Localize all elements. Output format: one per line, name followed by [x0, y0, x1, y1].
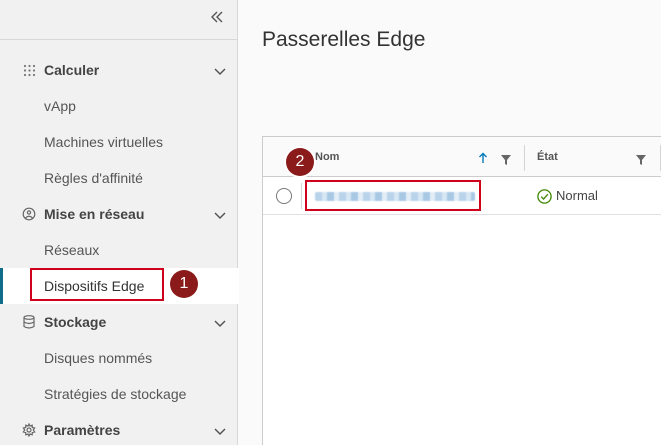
nav-group-label: Stockage: [44, 314, 107, 330]
sidebar-item-reseaux[interactable]: Réseaux: [0, 232, 238, 268]
filter-icon[interactable]: [501, 152, 511, 165]
sidebar-item-label: Dispositifs Edge: [44, 278, 145, 294]
grid-icon: [22, 63, 36, 77]
column-header-etat[interactable]: État: [537, 137, 558, 177]
collapse-sidebar-button[interactable]: [207, 10, 227, 30]
grid-header: Nom État: [263, 137, 661, 177]
sidebar-item-label: Machines virtuelles: [44, 134, 164, 150]
nav-group-mise-en-reseau[interactable]: Mise en réseau: [0, 196, 238, 232]
chevron-down-icon: [214, 424, 226, 436]
nav-group-parametres[interactable]: Paramètres: [0, 412, 238, 445]
sidebar-item-vapp[interactable]: vApp: [0, 88, 238, 124]
chevron-down-icon: [214, 208, 226, 220]
sidebar-item-strategies-stockage[interactable]: Stratégies de stockage: [0, 376, 238, 412]
sidebar-item-machines-virtuelles[interactable]: Machines virtuelles: [0, 124, 238, 160]
sort-ascending-icon[interactable]: [477, 151, 489, 163]
status-label: Normal: [556, 188, 598, 203]
sidebar-item-label: vApp: [44, 98, 76, 114]
column-header-nom[interactable]: Nom: [315, 137, 339, 177]
sidebar-item-label: Disques nommés: [44, 350, 153, 366]
row-select-radio[interactable]: [276, 188, 292, 204]
nav-group-calculer[interactable]: Calculer: [0, 52, 238, 88]
database-icon: [22, 315, 36, 329]
double-chevron-left-icon: [211, 11, 223, 23]
sidebar-item-label: Règles d'affinité: [44, 170, 143, 186]
column-separator: [524, 145, 525, 171]
table-row[interactable]: Normal: [263, 177, 661, 215]
nav-group-stockage[interactable]: Stockage: [0, 304, 238, 340]
chevron-down-icon: [214, 64, 226, 76]
nav-group-label: Calculer: [44, 62, 100, 78]
annotation-badge: 2: [286, 148, 314, 176]
filter-icon[interactable]: [636, 152, 646, 165]
check-circle-icon: [537, 189, 552, 204]
sidebar-item-regles-affinite[interactable]: Règles d'affinité: [0, 160, 238, 196]
gear-icon: [22, 423, 36, 437]
sidebar-divider: [0, 39, 238, 40]
nav-group-label: Mise en réseau: [44, 206, 145, 222]
edge-gateway-name-link[interactable]: [315, 192, 475, 201]
sidebar-item-label: Stratégies de stockage: [44, 386, 187, 402]
page-title: Passerelles Edge: [262, 28, 426, 51]
network-icon: [22, 207, 36, 221]
annotation-badge: 1: [170, 270, 198, 298]
nav-group-label: Paramètres: [44, 422, 121, 438]
edge-gateways-datagrid: Nom État Normal: [262, 136, 661, 445]
sidebar-item-label: Réseaux: [44, 242, 100, 258]
sidebar-item-disques-nommes[interactable]: Disques nommés: [0, 340, 238, 376]
sidebar-item-dispositifs-edge[interactable]: Dispositifs Edge: [0, 268, 239, 304]
sidebar: Calculer vApp Machines virtuelles Règles…: [0, 0, 239, 445]
column-separator: [301, 183, 302, 209]
chevron-down-icon: [214, 316, 226, 328]
